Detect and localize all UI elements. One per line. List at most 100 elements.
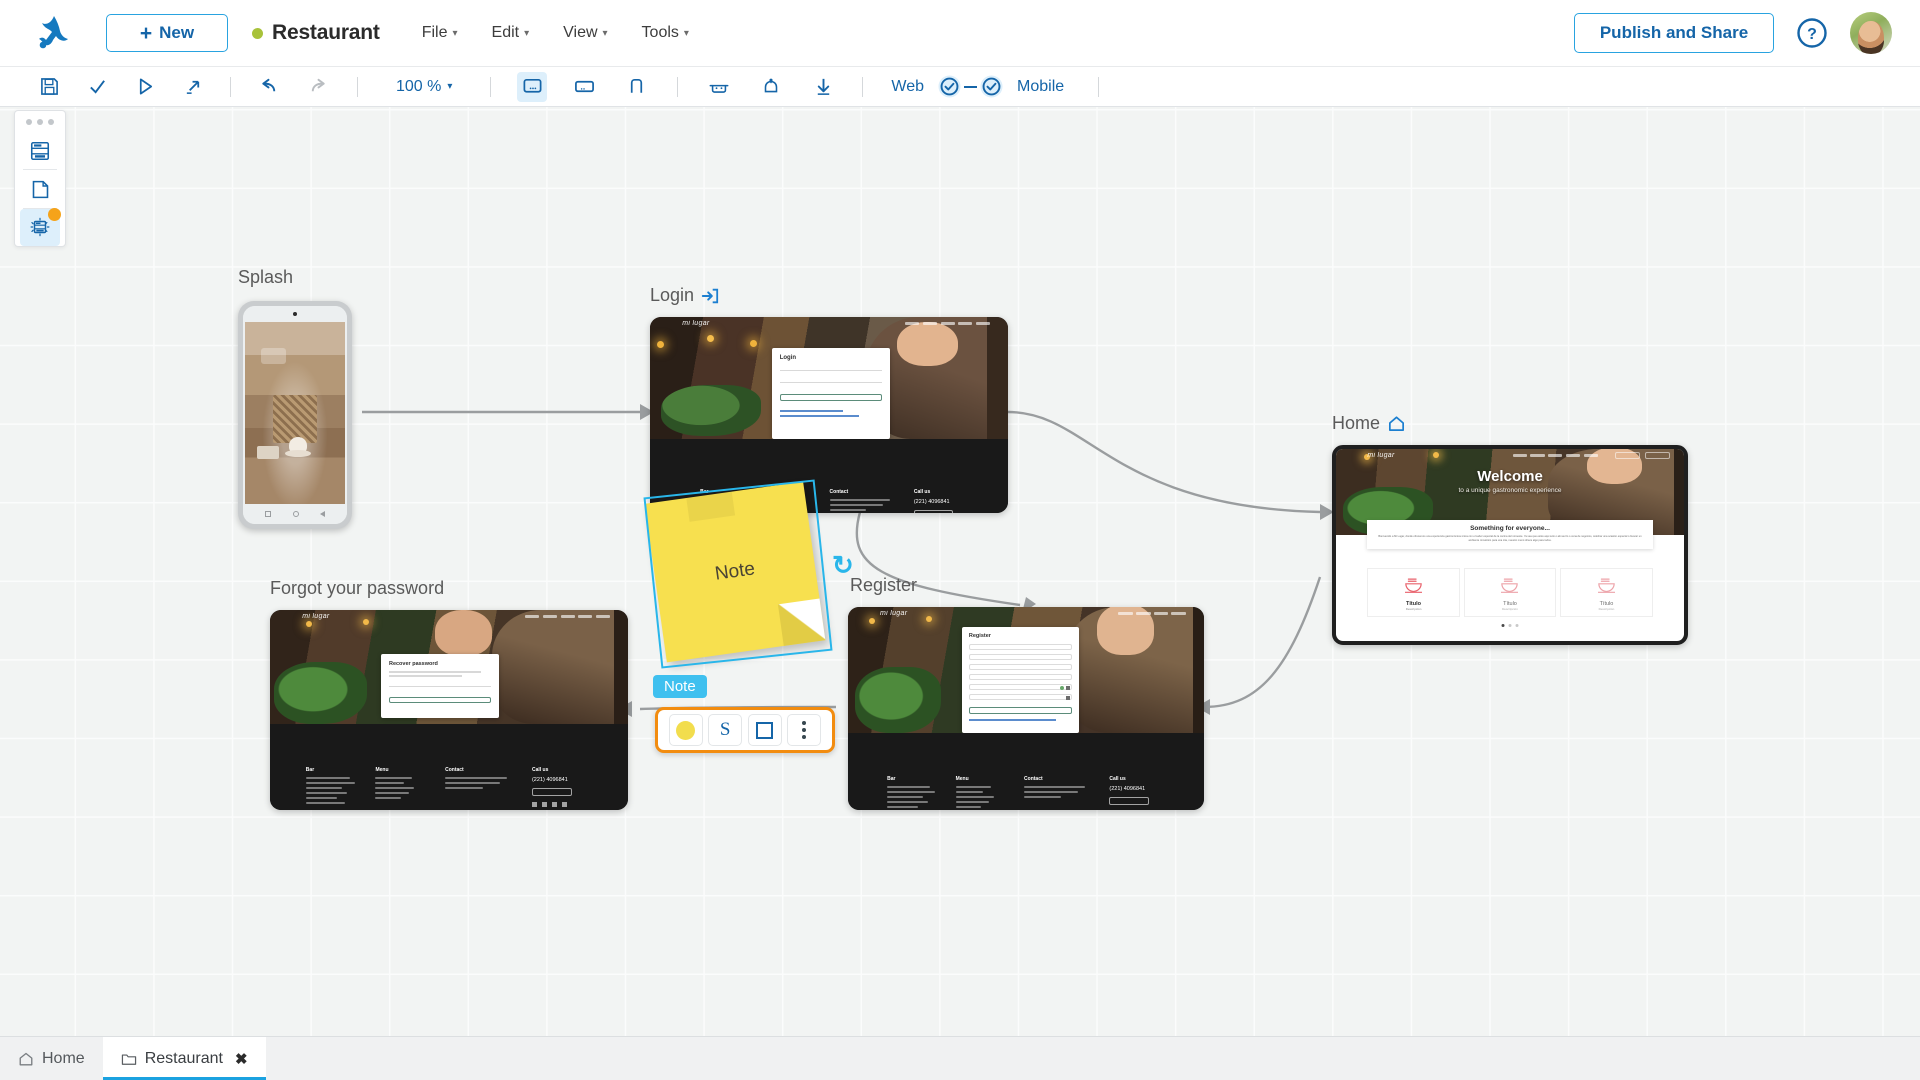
redo-icon[interactable] <box>303 72 333 102</box>
rotate-handle-icon[interactable]: ↻ <box>832 550 854 581</box>
note-context-toolbar[interactable]: S <box>655 707 835 753</box>
toolbar-divider <box>1098 76 1100 97</box>
sidebar-item-screens[interactable] <box>20 132 60 169</box>
register-email-field[interactable] <box>968 674 1073 681</box>
screen-label-register[interactable]: Register <box>850 575 917 596</box>
check-icon[interactable] <box>82 72 112 102</box>
register-user-field[interactable] <box>968 664 1073 671</box>
register-signin-link[interactable] <box>968 718 1056 721</box>
register-lastname-field[interactable] <box>968 654 1073 661</box>
screen-forgot-password[interactable]: mi lugar Recover password Bar Menu Conta… <box>270 610 628 810</box>
web-label: Web <box>891 77 925 95</box>
device-sync-toggle[interactable]: Web Mobile <box>891 75 1064 98</box>
note-text-style-button[interactable]: S <box>708 714 743 746</box>
home-hero-subtitle: to a unique gastronomic experience <box>1458 487 1562 494</box>
question-circle-icon[interactable]: ? <box>1796 17 1828 49</box>
screen-home[interactable]: Welcome to a unique gastronomic experien… <box>1332 445 1688 645</box>
nav-links[interactable] <box>1512 454 1598 458</box>
phone-view-icon[interactable] <box>621 72 651 102</box>
forgot-form-card[interactable]: Recover password <box>380 654 500 718</box>
register-password-field[interactable] <box>968 684 1073 691</box>
screen-label-splash[interactable]: Splash <box>238 267 293 288</box>
download-icon[interactable] <box>808 72 838 102</box>
login-submit-button[interactable] <box>779 394 882 402</box>
login-user-field[interactable] <box>779 370 882 372</box>
mobile-check-icon[interactable] <box>980 75 1003 98</box>
tab-home[interactable]: Home <box>0 1037 103 1080</box>
color-circle-icon <box>676 720 696 740</box>
tab-restaurant[interactable]: Restaurant ✖ <box>102 1037 266 1080</box>
screen-label-home[interactable]: Home <box>1332 413 1406 434</box>
design-canvas[interactable]: Splash Login mi lugar Login Bar Contact … <box>0 107 1920 1037</box>
menu-view-label: View <box>563 24 598 41</box>
nav-links[interactable] <box>905 321 991 325</box>
chevron-down-icon: ▾ <box>447 81 453 92</box>
justinmind-logo-icon[interactable] <box>32 11 76 55</box>
screen-login[interactable]: mi lugar Login Bar Menu <box>650 317 1008 513</box>
note-shape-button[interactable] <box>747 714 782 746</box>
nav-register-button[interactable] <box>1645 452 1671 460</box>
menu-view[interactable]: View ▾ <box>563 24 607 42</box>
note-more-options-button[interactable] <box>787 714 822 746</box>
menu-tools[interactable]: Tools ▾ <box>642 24 689 42</box>
login-register-link[interactable] <box>779 415 860 418</box>
footer-reservations-button[interactable] <box>913 509 954 513</box>
new-button[interactable]: + New <box>106 14 228 52</box>
close-icon[interactable]: ✖ <box>235 1050 248 1068</box>
share-export-icon[interactable] <box>178 72 208 102</box>
login-password-field[interactable] <box>779 382 882 384</box>
site-brand: mi lugar <box>1367 452 1395 460</box>
play-icon[interactable] <box>130 72 160 102</box>
sidebar-item-simulation[interactable] <box>20 207 61 246</box>
menu-edit[interactable]: Edit ▾ <box>492 24 530 42</box>
register-form-card[interactable]: Register <box>961 627 1080 733</box>
screen-splash[interactable] <box>238 301 352 529</box>
screen-register[interactable]: mi lugar Register Bar Menu Contact Call … <box>848 607 1204 810</box>
folder-icon <box>121 1053 136 1065</box>
tile-subtitle: Descripción <box>1502 607 1518 612</box>
menu-file[interactable]: File ▾ <box>422 24 458 42</box>
forgot-submit-button[interactable] <box>388 697 492 703</box>
sticky-note[interactable]: Note <box>644 481 826 663</box>
left-tool-panel[interactable] <box>14 110 66 247</box>
eye-icon[interactable] <box>1065 686 1070 691</box>
panel-drag-handle[interactable] <box>26 119 54 125</box>
save-icon[interactable] <box>34 72 64 102</box>
undo-icon[interactable] <box>253 72 283 102</box>
tablet-view-icon[interactable] <box>569 72 599 102</box>
footer-reservations-button[interactable] <box>531 787 573 796</box>
register-repeat-password-field[interactable] <box>968 694 1073 701</box>
home-tile[interactable]: Título Descripción <box>1367 568 1460 618</box>
login-forgot-link[interactable] <box>779 410 844 413</box>
splash-photo <box>245 322 345 505</box>
register-name-field[interactable] <box>968 644 1073 651</box>
publish-and-share-button[interactable]: Publish and Share <box>1574 13 1774 53</box>
login-form-card[interactable]: Login <box>771 348 890 439</box>
sticky-note-body[interactable]: Note <box>644 481 826 663</box>
web-check-icon[interactable] <box>938 75 961 98</box>
home-tile[interactable]: Título Descripción <box>1560 568 1653 618</box>
avatar[interactable] <box>1850 12 1892 54</box>
carousel-dots[interactable] <box>1501 623 1519 627</box>
register-submit-button[interactable] <box>968 707 1073 714</box>
forgot-email-field[interactable] <box>388 686 492 687</box>
home-tile[interactable]: Título Descripción <box>1463 568 1557 618</box>
android-head-icon[interactable] <box>756 72 786 102</box>
nav-links[interactable] <box>1118 612 1187 616</box>
note-color-swatch-button[interactable] <box>668 714 703 746</box>
screen-label-forgot[interactable]: Forgot your password <box>270 578 444 599</box>
footer-reservations-button[interactable] <box>1109 796 1149 805</box>
twitter-icon <box>531 801 537 807</box>
zoom-level-control[interactable]: 100 % ▾ <box>396 78 452 96</box>
sidebar-item-templates[interactable] <box>20 170 60 207</box>
screen-label-splash-text: Splash <box>238 267 294 287</box>
screen-label-login[interactable]: Login <box>650 285 719 306</box>
noodle-bowl-icon <box>1405 578 1423 593</box>
eye-icon[interactable] <box>1065 696 1070 701</box>
menu-file-label: File <box>421 24 448 41</box>
nav-login-button[interactable] <box>1615 452 1641 460</box>
nav-links[interactable] <box>525 615 611 618</box>
desktop-view-icon[interactable] <box>517 71 548 102</box>
social-icons[interactable] <box>531 801 607 807</box>
android-robot-icon[interactable] <box>704 72 734 102</box>
